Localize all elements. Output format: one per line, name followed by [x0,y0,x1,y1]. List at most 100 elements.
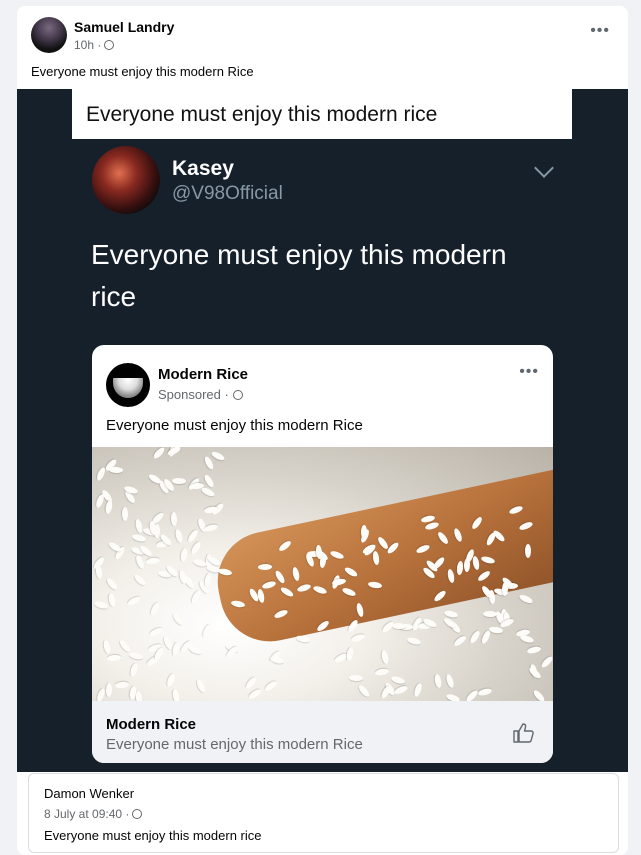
rice-grain [203,523,219,533]
rice-grain [118,639,132,654]
rice-grain [518,634,535,644]
rice-grain [171,611,185,626]
rice-grain [131,533,147,543]
rice-grain [171,477,187,485]
facebook-post: Samuel Landry 10h · ••• Everyone must en… [17,6,628,855]
rice-grain [189,540,203,556]
reply-time[interactable]: 8 July at 09:40 · [44,807,129,821]
footer-subtitle: Everyone must enjoy this modern Rice [106,736,363,753]
rice-grain [128,652,144,661]
rice-grain [121,507,128,522]
rice-grain [263,679,279,694]
rice-grain [166,447,182,457]
rice-grain [452,634,468,648]
globe-icon [104,40,115,50]
rice-grain [346,646,355,662]
rice-grain [114,681,129,689]
rice-grain [192,557,208,568]
rice-grain [356,683,371,699]
rice-grain [189,589,202,605]
rice-grain [174,528,184,544]
rice-grain [374,667,389,676]
rice-grain [135,690,144,701]
rice-grain [203,572,213,588]
post-image[interactable]: Everyone must enjoy this modern rice Kas… [17,89,628,772]
sponsored-label: Sponsored · [158,387,229,402]
rice-grain [380,649,390,665]
thumbs-up-icon [513,723,534,743]
more-icon: ••• [519,363,539,380]
rice-grain [412,682,424,699]
rice-grain [210,450,226,462]
rice-grain [105,499,114,515]
card-caption: Everyone must enjoy this modern Rice [106,417,363,434]
rice-grain [152,447,167,461]
rice-grain [202,455,215,471]
rice-grain [477,687,493,697]
rice-grain [171,688,180,701]
rice-grain [149,601,162,617]
sponsored-card: Modern Rice Sponsored · ••• Everyone mus… [92,345,553,763]
rice-grain [488,626,504,635]
rice-grain [177,569,188,586]
post-time[interactable]: 10h · [74,38,101,52]
rice-grain [444,673,455,689]
page-name: Modern Rice [158,366,249,383]
rice-grain [134,554,146,570]
rice-grain [107,592,117,608]
rice-grain [350,633,366,643]
rice-grain [170,511,178,527]
rice-grain [195,678,208,694]
rice-grain [94,493,106,509]
rice-grain [134,518,144,534]
rice-grain [186,644,203,656]
rice-grain [390,674,406,685]
rice-grain [348,675,363,682]
rice-grain [138,544,154,559]
rice-grain [145,557,161,565]
rice-grain [247,687,263,701]
reply-author[interactable]: Damon Wenker [44,786,134,801]
rice-grain [106,654,122,662]
post-meta: 10h · [74,38,115,52]
rice-grain [539,655,553,670]
rice-grain [501,581,508,596]
shared-post-card[interactable]: Damon Wenker 8 July at 09:40 · Everyone … [28,773,619,853]
rice-grain [295,634,311,644]
rice-grain [406,636,422,647]
rice-grain [526,645,542,655]
rice-grain [393,684,409,696]
post-author[interactable]: Samuel Landry [74,19,174,35]
rice-grain [95,466,107,482]
rice-grain [105,576,119,592]
tweet-avatar [92,146,160,214]
rice-grain [203,472,216,489]
rice-grain [129,662,140,678]
avatar[interactable] [31,17,67,53]
rice-grain [269,655,285,666]
rice-grain [180,547,189,563]
card-footer: Modern Rice Everyone must enjoy this mod… [92,701,553,763]
rice-grain [482,610,497,617]
rice-grain [147,473,163,486]
rice-grain [434,673,443,689]
reply-meta: 8 July at 09:40 · [44,807,143,821]
rice-grain [527,666,542,681]
rice-grain [102,639,112,655]
rice-grain [105,682,112,697]
chevron-down-icon [534,158,554,178]
page-avatar [106,363,150,407]
rice-photo [92,447,553,701]
rice-grain [200,485,216,498]
card-meta: Sponsored · [158,387,243,402]
tweet-name: Kasey [172,157,234,180]
rice-grain [464,689,480,701]
rice-grain [93,599,109,610]
tweet-text: Everyone must enjoy this modern rice [91,239,507,312]
rice-grain [107,540,123,554]
rice-grain [244,675,258,690]
rice-grain [468,629,482,645]
rice-grain [201,622,213,639]
rice-grain [518,593,534,605]
more-icon[interactable]: ••• [590,22,610,40]
